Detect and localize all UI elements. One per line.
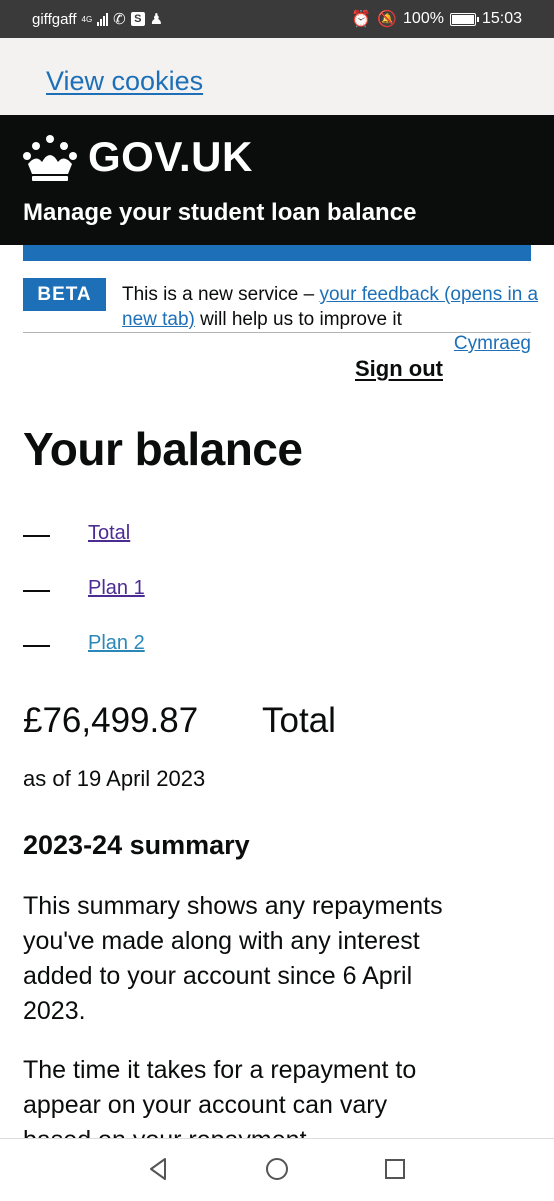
header-blue-bar [23, 245, 531, 261]
balance-label: Total [262, 701, 336, 740]
status-bar: giffgaff 4G ✆ S ♟ ⏰ 🔕 100% 15:03 [0, 0, 554, 38]
contents-link-total[interactable]: Total [88, 522, 130, 545]
page-title: Your balance [23, 423, 303, 475]
sign-out-link[interactable]: Sign out [355, 356, 443, 382]
govuk-header: GOV.UK Manage your student loan balance [0, 115, 554, 245]
battery-percent: 100% [403, 10, 444, 27]
system-navigation-bar [0, 1138, 554, 1201]
phase-text-before: This is a new service – [122, 284, 320, 305]
balance-row: £76,499.87 Total [23, 701, 336, 741]
clock: 15:03 [481, 10, 522, 27]
whatsapp-icon: ✆ [113, 11, 126, 28]
cookie-banner: View cookies [0, 38, 554, 115]
network-label: 4G [81, 14, 93, 24]
phase-banner-text: This is a new service – your feedback (o… [122, 282, 542, 332]
beta-tag: BETA [23, 278, 106, 311]
balance-amount: £76,499.87 [23, 701, 199, 740]
contents-link-plan-1[interactable]: Plan 1 [88, 577, 145, 600]
add-contact-icon: ♟ [149, 11, 164, 28]
service-name[interactable]: Manage your student loan balance [23, 199, 416, 227]
battery-icon [449, 12, 479, 26]
mute-icon: 🔕 [377, 11, 398, 28]
summary-paragraph-1: This summary shows any repayments you've… [23, 892, 443, 1025]
alarm-icon: ⏰ [351, 11, 372, 28]
view-cookies-link[interactable]: View cookies [46, 66, 203, 97]
balance-as-of-date: as of 19 April 2023 [23, 766, 206, 791]
status-bar-right: ⏰ 🔕 100% 15:03 [351, 9, 522, 29]
dash-icon [23, 535, 50, 537]
home-icon[interactable] [263, 1155, 291, 1183]
carrier-label: giffgaff [32, 10, 77, 28]
dash-icon [23, 590, 50, 592]
govuk-logo-text[interactable]: GOV.UK [88, 133, 253, 181]
dash-icon [23, 645, 50, 647]
summary-heading: 2023-24 summary [23, 830, 250, 860]
crown-icon[interactable] [22, 134, 78, 182]
back-icon[interactable] [145, 1155, 173, 1183]
signal-icon [97, 12, 109, 26]
phase-banner: BETA This is a new service – your feedba… [23, 270, 538, 333]
phase-text-after: will help us to improve it [194, 309, 402, 330]
s-app-icon: S [130, 12, 145, 26]
recents-icon[interactable] [381, 1155, 409, 1183]
contents-link-plan-2[interactable]: Plan 2 [88, 632, 145, 655]
language-toggle-link[interactable]: Cymraeg [454, 333, 531, 355]
status-bar-left: giffgaff 4G ✆ S ♟ [32, 10, 164, 29]
